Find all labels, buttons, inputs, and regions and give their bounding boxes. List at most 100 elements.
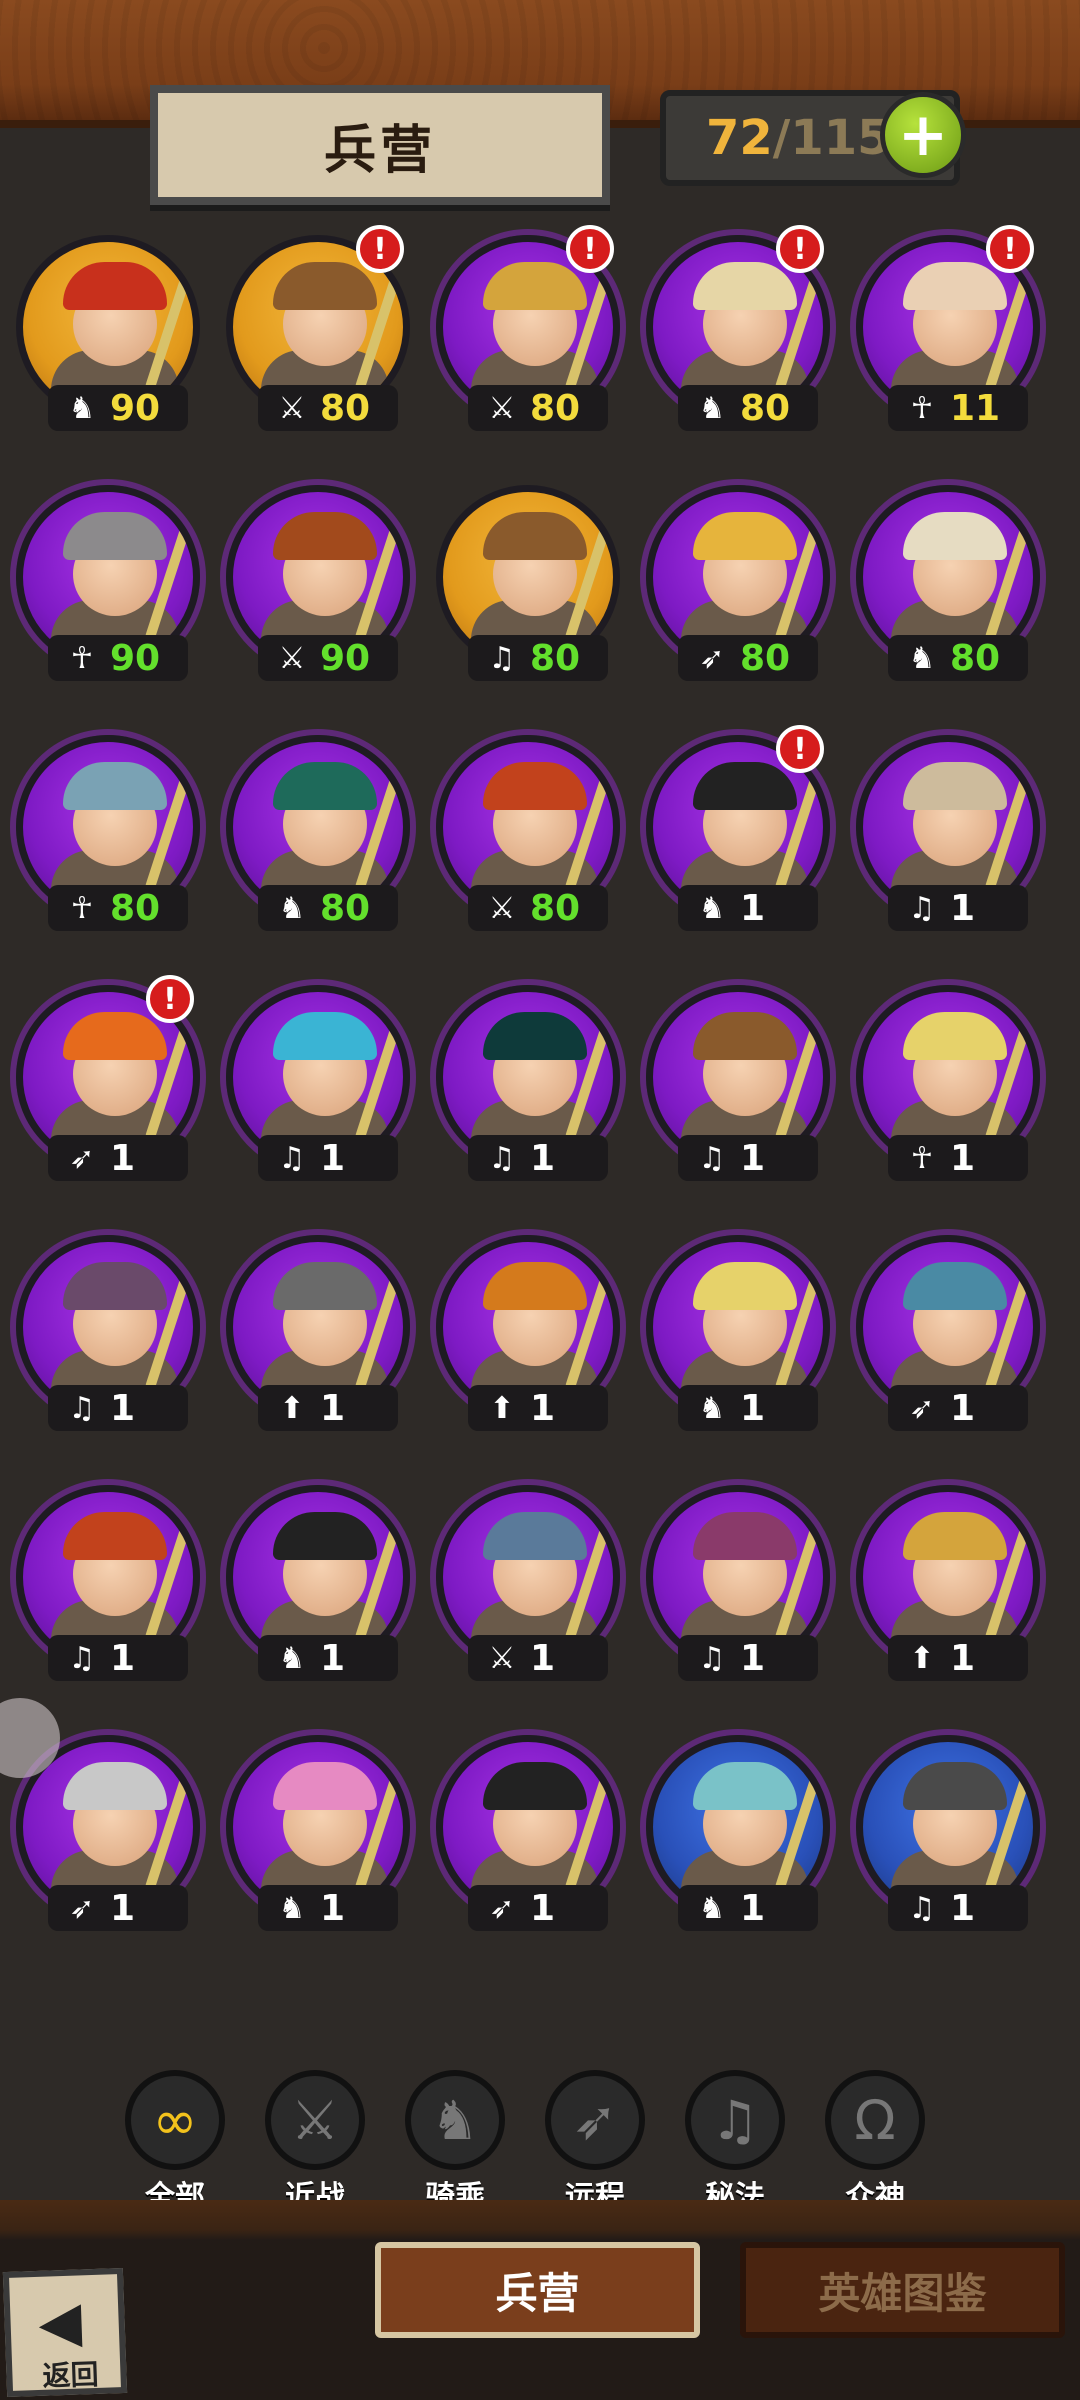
hero-helmet xyxy=(63,762,167,810)
hero-helmet xyxy=(63,512,167,560)
filter-arcane-button[interactable]: ♫ 秘法 xyxy=(680,2070,790,2216)
hero-card[interactable]: ♞ 1 xyxy=(218,1475,418,1685)
hero-card[interactable]: ➶ 1 xyxy=(848,1225,1048,1435)
gods-filter-icon: Ω xyxy=(825,2070,925,2170)
add-capacity-button[interactable]: + xyxy=(880,92,966,178)
filter-all-button[interactable]: ∞ 全部 xyxy=(120,2070,230,2216)
hero-card[interactable]: ♫ 80 xyxy=(428,475,628,685)
hero-helmet xyxy=(693,762,797,810)
hero-level-badge: ♞ 1 xyxy=(258,1885,398,1931)
gods-class-icon: ☥ xyxy=(70,890,94,926)
hero-card[interactable]: ♫ 1 xyxy=(638,1475,838,1685)
hero-level-badge: ♫ 80 xyxy=(468,635,608,681)
hero-card[interactable]: ➶ 80 xyxy=(638,475,838,685)
filter-ranged-button[interactable]: ➶ 远程 xyxy=(540,2070,650,2216)
hero-level-badge: ☥ 90 xyxy=(48,635,188,681)
hero-level: 1 xyxy=(950,1887,976,1929)
hero-helmet xyxy=(483,512,587,560)
hero-card[interactable]: ⚔ 80! xyxy=(218,225,418,435)
hero-helmet xyxy=(693,1012,797,1060)
hero-level: 90 xyxy=(110,637,161,679)
hero-level: 80 xyxy=(320,387,371,429)
hero-card[interactable]: ♫ 1 xyxy=(428,975,628,1185)
mounted-class-icon: ♞ xyxy=(698,390,726,426)
hero-level: 1 xyxy=(950,1637,976,1679)
hero-level: 1 xyxy=(530,1637,556,1679)
hero-card[interactable]: ♫ 1 xyxy=(848,1725,1048,1935)
hero-card[interactable]: ☥ 80 xyxy=(8,725,208,935)
hero-level: 80 xyxy=(320,887,371,929)
filter-mounted-button[interactable]: ♞ 骑乘 xyxy=(400,2070,510,2216)
hero-helmet xyxy=(63,1012,167,1060)
hero-card[interactable]: ⚔ 90 xyxy=(218,475,418,685)
hero-level-badge: ♞ 1 xyxy=(678,1385,818,1431)
arcane-class-icon: ♫ xyxy=(908,890,936,926)
hero-helmet xyxy=(903,1512,1007,1560)
alert-icon: ! xyxy=(986,225,1034,273)
hero-card[interactable]: ⬆ 1 xyxy=(848,1475,1048,1685)
hero-level-badge: ♫ 1 xyxy=(678,1135,818,1181)
hero-card[interactable]: ♞ 1 xyxy=(218,1725,418,1935)
hero-level: 11 xyxy=(950,387,1001,429)
hero-level-badge: ♞ 90 xyxy=(48,385,188,431)
hero-card[interactable]: ⚔ 80 xyxy=(428,725,628,935)
hero-card[interactable]: ➶ 1! xyxy=(8,975,208,1185)
hero-level: 80 xyxy=(740,637,791,679)
hero-card[interactable]: ♫ 1 xyxy=(638,975,838,1185)
hero-level-badge: ♫ 1 xyxy=(888,1885,1028,1931)
hero-card[interactable]: ♞ 1 xyxy=(638,1225,838,1435)
hero-card[interactable]: ☥ 11! xyxy=(848,225,1048,435)
hero-card[interactable]: ♫ 1 xyxy=(8,1225,208,1435)
hero-level: 1 xyxy=(530,1137,556,1179)
hero-card[interactable]: ♞ 80 xyxy=(848,475,1048,685)
hero-card[interactable]: ♫ 1 xyxy=(218,975,418,1185)
class-filter-bar: ∞ 全部 ⚔ 近战 ♞ 骑乘 ➶ 远程 ♫ 秘法 Ω 众神 xyxy=(0,2060,1080,2215)
hero-level: 80 xyxy=(110,887,161,929)
spear-class-icon: ⬆ xyxy=(489,1390,515,1426)
hero-card[interactable]: ☥ 90 xyxy=(8,475,208,685)
ranged-class-icon: ➶ xyxy=(489,1890,515,1926)
ranged-class-icon: ➶ xyxy=(909,1390,935,1426)
tab-hero-codex[interactable]: 英雄图鉴 xyxy=(740,2242,1065,2338)
hero-card[interactable]: ♞ 80! xyxy=(638,225,838,435)
melee-class-icon: ⚔ xyxy=(278,640,306,676)
hero-helmet xyxy=(273,1512,377,1560)
hero-level-badge: ➶ 1 xyxy=(48,1885,188,1931)
hero-card[interactable]: ♞ 90 xyxy=(8,225,208,435)
mounted-class-icon: ♞ xyxy=(278,890,306,926)
hero-level: 1 xyxy=(110,1137,136,1179)
filter-gods-button[interactable]: Ω 众神 xyxy=(820,2070,930,2216)
melee-class-icon: ⚔ xyxy=(488,1640,516,1676)
capacity-max: 115 xyxy=(790,110,891,166)
tab-hero-codex-label: 英雄图鉴 xyxy=(818,2268,987,2318)
hero-card[interactable]: ♞ 1! xyxy=(638,725,838,935)
hero-card[interactable]: ➶ 1 xyxy=(428,1725,628,1935)
hero-card[interactable]: ☥ 1 xyxy=(848,975,1048,1185)
arcane-class-icon: ♫ xyxy=(698,1140,726,1176)
arcane-class-icon: ♫ xyxy=(68,1640,96,1676)
hero-level-badge: ➶ 1 xyxy=(48,1135,188,1181)
hero-card[interactable]: ♫ 1 xyxy=(8,1475,208,1685)
hero-helmet xyxy=(483,1512,587,1560)
hero-level-badge: ♞ 1 xyxy=(678,885,818,931)
hero-level-badge: ⚔ 1 xyxy=(468,1635,608,1681)
back-button[interactable]: ◀ 返回 xyxy=(2,2267,128,2398)
hero-card[interactable]: ♫ 1 xyxy=(848,725,1048,935)
hero-card[interactable]: ♞ 1 xyxy=(638,1725,838,1935)
hero-level-badge: ⚔ 90 xyxy=(258,635,398,681)
all-filter-icon: ∞ xyxy=(125,2070,225,2170)
hero-card[interactable]: ⚔ 1 xyxy=(428,1475,628,1685)
hero-card[interactable]: ⚔ 80! xyxy=(428,225,628,435)
hero-card[interactable]: ⬆ 1 xyxy=(218,1225,418,1435)
hero-level: 1 xyxy=(740,1637,766,1679)
hero-card[interactable]: ⬆ 1 xyxy=(428,1225,628,1435)
hero-level-badge: ⬆ 1 xyxy=(258,1385,398,1431)
capacity-separator: / xyxy=(772,110,791,166)
hero-card[interactable]: ♞ 80 xyxy=(218,725,418,935)
arcane-class-icon: ♫ xyxy=(488,1140,516,1176)
hero-helmet xyxy=(483,1012,587,1060)
tab-barracks[interactable]: 兵营 xyxy=(375,2242,700,2338)
filter-melee-button[interactable]: ⚔ 近战 xyxy=(260,2070,370,2216)
melee-class-icon: ⚔ xyxy=(488,390,516,426)
hero-level: 1 xyxy=(950,1387,976,1429)
